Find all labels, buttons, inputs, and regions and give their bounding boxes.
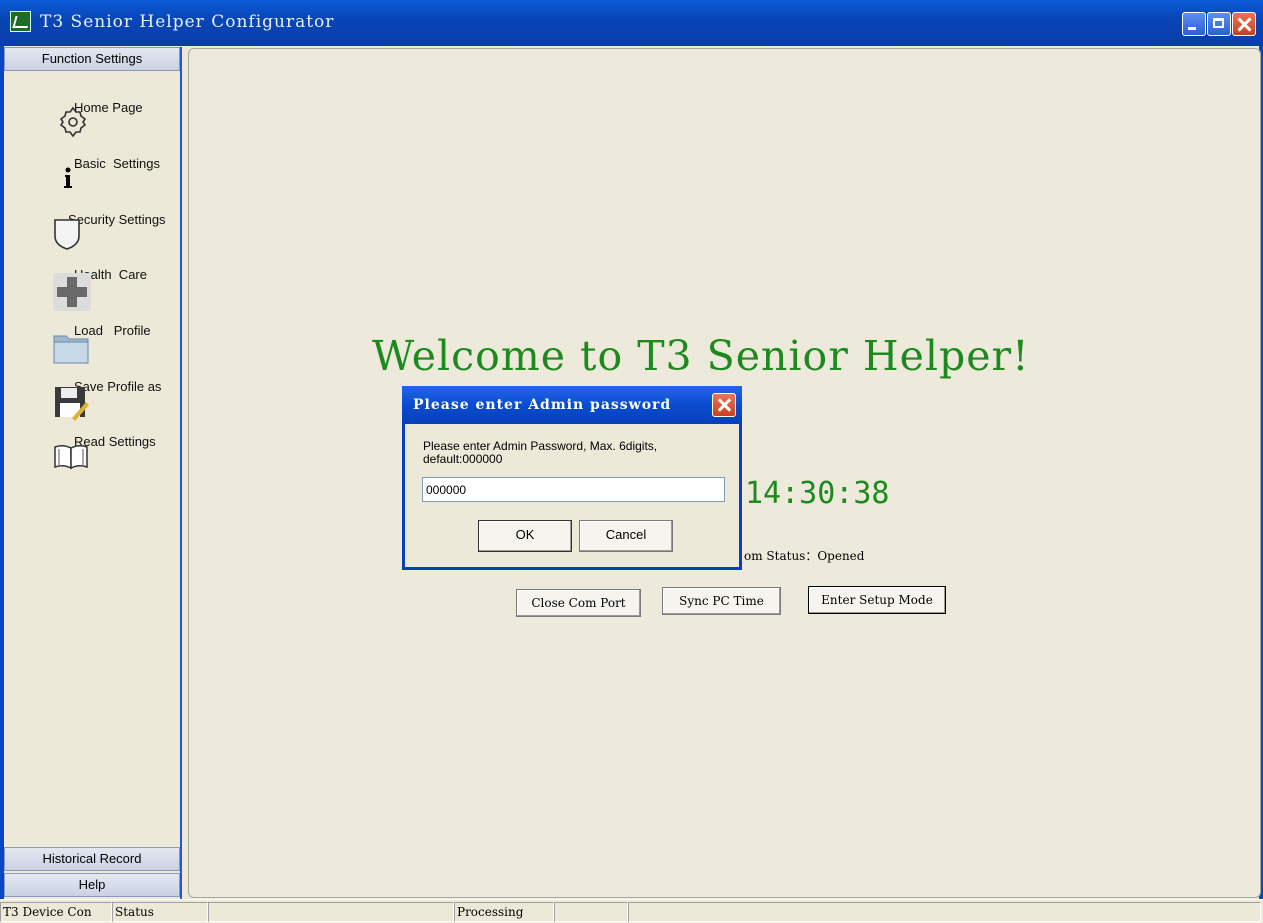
status-panel-status: Status (112, 902, 208, 922)
sidebar-item-security-settings[interactable]: Security Settings (28, 199, 166, 250)
dialog-close-button[interactable] (712, 393, 736, 417)
status-panel-processing: Processing (454, 902, 554, 922)
sidebar-item-home-page[interactable]: Home Page (34, 87, 143, 138)
enter-setup-mode-button[interactable]: Enter Setup Mode (808, 586, 946, 614)
info-icon (34, 146, 72, 188)
book-icon (34, 424, 88, 470)
status-panel-device: T3 Device Con (0, 902, 112, 922)
status-bar: T3 Device Con Status Processing (0, 899, 1263, 923)
sidebar-item-health-care[interactable]: Health Care (34, 254, 147, 311)
app-chart-icon (10, 11, 31, 32)
sidebar-item-read-settings[interactable]: Read Settings (34, 421, 156, 470)
sidebar-item-save-profile[interactable]: Save Profile as (34, 366, 161, 421)
status-panel-empty (208, 902, 454, 922)
com-status-text: om Status：Opened (744, 549, 865, 563)
ok-button[interactable]: OK (478, 520, 572, 552)
minimize-button[interactable] (1182, 12, 1206, 36)
dialog-title: Please enter Admin password (413, 397, 672, 413)
password-input[interactable] (422, 477, 725, 502)
admin-password-dialog: Please enter Admin password Please enter… (402, 386, 742, 570)
welcome-heading: Welcome to T3 Senior Helper! (372, 332, 1030, 380)
sidebar-item-basic-settings[interactable]: Basic Settings (34, 143, 160, 188)
sidebar-section-help[interactable]: Help (4, 873, 180, 897)
sidebar: Function Settings Home Page Basic Settin… (4, 47, 182, 899)
shield-icon (28, 202, 80, 250)
sidebar-item-load-profile[interactable]: Load Profile (34, 310, 151, 364)
status-panel-empty (628, 902, 1261, 922)
medical-cross-icon (34, 257, 91, 311)
floppy-disk-icon (34, 369, 89, 421)
clock-display: 14:30:38 (745, 476, 890, 511)
title-bar: T3 Senior Helper Configurator (0, 0, 1263, 46)
close-window-button[interactable] (1232, 12, 1256, 36)
close-com-port-button[interactable]: Close Com Port (516, 589, 641, 617)
password-prompt: Please enter Admin Password, Max. 6digit… (423, 439, 658, 466)
cancel-button[interactable]: Cancel (579, 520, 673, 552)
window-title: T3 Senior Helper Configurator (40, 12, 335, 32)
sidebar-section-historical-record[interactable]: Historical Record (4, 847, 180, 871)
maximize-button[interactable] (1207, 12, 1231, 36)
folder-icon (34, 313, 89, 364)
sync-pc-time-button[interactable]: Sync PC Time (662, 587, 781, 615)
dialog-title-bar: Please enter Admin password (402, 386, 742, 424)
status-panel-empty (554, 902, 628, 922)
gear-icon (34, 90, 86, 138)
sidebar-header-function-settings[interactable]: Function Settings (4, 47, 180, 71)
